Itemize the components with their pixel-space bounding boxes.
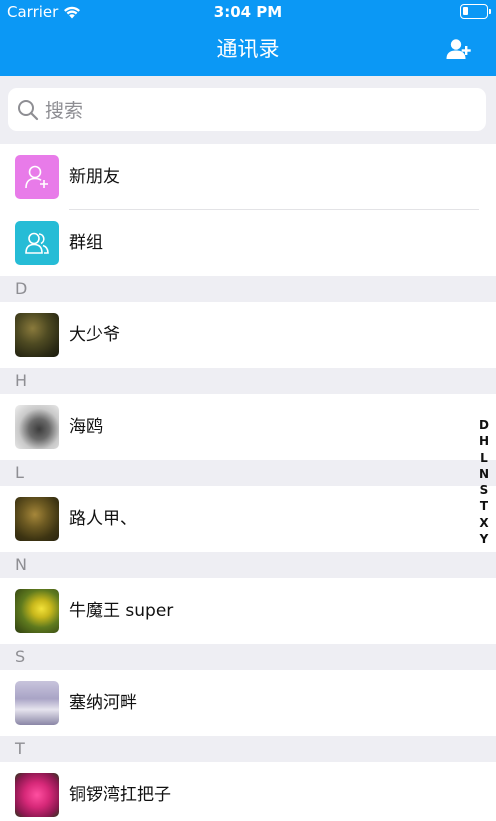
contact-name: 大少爷	[69, 325, 120, 345]
avatar	[15, 589, 59, 633]
contact-name: 塞纳河畔	[69, 693, 137, 713]
contact-row[interactable]: 大少爷	[0, 302, 496, 368]
battery-icon	[460, 4, 491, 19]
avatar	[15, 497, 59, 541]
section-header-s: S	[0, 644, 496, 670]
status-bar: Carrier 3:04 PM	[0, 0, 496, 24]
index-letter[interactable]: D	[479, 417, 489, 433]
section-header-l: L	[0, 460, 496, 486]
navigation-bar: Carrier 3:04 PM 通讯录	[0, 0, 496, 76]
section-header-n: N	[0, 552, 496, 578]
groups-row[interactable]: 群组	[0, 210, 496, 276]
contact-row[interactable]: 塞纳河畔	[0, 670, 496, 736]
contact-name: 海鸥	[69, 417, 103, 437]
index-letter[interactable]: N	[479, 466, 489, 482]
contact-row[interactable]: 牛魔王 super	[0, 578, 496, 644]
page-title: 通讯录	[216, 37, 280, 61]
avatar	[15, 313, 59, 357]
contact-name: 牛魔王 super	[69, 601, 174, 621]
search-placeholder: 搜索	[45, 100, 84, 122]
search-input[interactable]: 搜索	[8, 88, 486, 131]
add-contact-button[interactable]	[446, 38, 472, 60]
contact-row[interactable]: 路人甲、	[0, 486, 496, 552]
index-letter[interactable]: L	[480, 450, 488, 466]
index-letter[interactable]: H	[479, 433, 489, 449]
groups-label: 群组	[69, 233, 103, 253]
contact-name: 铜锣湾扛把子	[69, 785, 171, 805]
contact-row[interactable]: 铜锣湾扛把子	[0, 762, 496, 821]
group-icon	[15, 221, 59, 265]
add-friend-icon	[15, 155, 59, 199]
contact-name: 路人甲、	[69, 509, 137, 529]
status-time: 3:04 PM	[213, 3, 283, 21]
avatar	[15, 773, 59, 817]
section-header-d: D	[0, 276, 496, 302]
contact-row[interactable]: 海鸥	[0, 394, 496, 460]
search-area: 搜索	[0, 76, 496, 144]
index-letter[interactable]: X	[479, 515, 488, 531]
section-header-h: H	[0, 368, 496, 394]
section-index[interactable]: D H L N S T X Y	[478, 417, 490, 547]
new-friends-label: 新朋友	[69, 167, 120, 187]
index-letter[interactable]: Y	[480, 531, 489, 547]
section-header-t: T	[0, 736, 496, 762]
avatar	[15, 405, 59, 449]
avatar	[15, 681, 59, 725]
index-letter[interactable]: S	[480, 482, 489, 498]
index-letter[interactable]: T	[480, 498, 488, 514]
search-icon	[18, 99, 39, 120]
new-friends-row[interactable]: 新朋友	[0, 144, 496, 210]
